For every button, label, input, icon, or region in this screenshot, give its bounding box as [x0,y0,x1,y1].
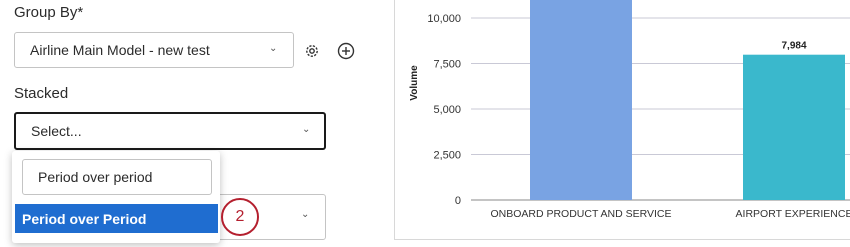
stacked-value: Select... [31,123,82,139]
y-tick-label: 5,000 [433,104,461,116]
chevron-down-icon: ⌄ [302,124,311,135]
step-badge: 2 [221,198,259,236]
chevron-down-icon: ⌄ [269,43,278,54]
plus-circle-icon[interactable] [336,41,356,61]
gear-icon[interactable] [302,41,322,61]
bar-chart: 0 2,500 5,000 7,500 10,000 Volume ONBOARD PROD… [409,0,850,220]
group-by-value: Airline Main Model - new test [30,42,210,58]
group-by-select[interactable]: Airline Main Model - new test ⌄ [14,32,294,68]
y-tick-label: 2,500 [433,150,461,162]
group-by-label: Group By* [14,4,84,21]
y-tick-label: 10,000 [427,13,461,25]
bar-data-label: 7,984 [781,41,806,52]
bar [530,0,632,200]
bar [743,54,845,201]
stacked-select[interactable]: Select... ⌄ [14,112,326,150]
y-tick-label: 0 [455,195,461,207]
dropdown-search-input[interactable]: Period over period [22,159,212,195]
stacked-label: Stacked [14,85,69,102]
y-axis-label: Volume [409,65,420,101]
chart-panel: 0 2,500 5,000 7,500 10,000 Volume ONBOARD PROD… [394,0,850,240]
y-tick-label: 7,500 [433,59,461,71]
dropdown-option-period-over-period[interactable]: Period over Period [15,204,218,233]
dropdown-menu: Period over period Period over Period [12,151,220,243]
x-tick-label: ONBOARD PRODUCT AND SERVICE [490,208,671,220]
x-tick-label: AIRPORT EXPERIENCE [736,208,850,220]
chevron-down-icon: ⌄ [301,209,310,220]
